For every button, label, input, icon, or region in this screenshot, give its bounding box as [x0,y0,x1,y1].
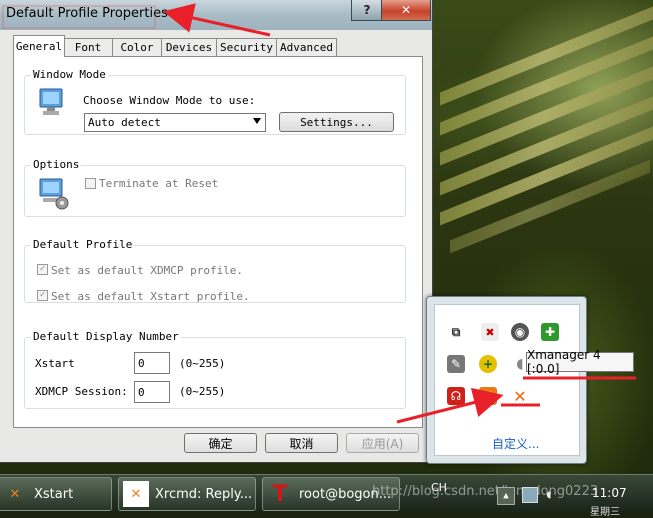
terminate-at-reset-checkbox[interactable] [85,178,96,189]
xdmcp-session-input[interactable]: 0 [134,381,170,403]
xstart-number-input[interactable]: 0 [134,352,170,374]
xstart-icon: ✕ [9,486,21,502]
windows-icon[interactable]: ⧉ [447,323,465,341]
window-mode-value: Auto detect [88,116,161,129]
title-bar[interactable]: Default Profile Properties ? ✕ [0,0,432,30]
edit-icon[interactable]: ✎ [447,355,465,373]
dialog-title: Default Profile Properties [6,6,168,21]
monitor-gear-icon [39,178,69,210]
network-error-icon[interactable]: ✖ [481,323,499,341]
orange-app-icon[interactable]: ⚡ [479,387,497,405]
xstart-range: (0~255) [179,357,226,370]
xstart-number-label: Xstart [35,357,75,370]
taskbar-item-label: Xstart [34,486,74,502]
language-indicator[interactable]: CH [431,481,447,494]
xshell-icon: T [272,481,288,507]
xstart-default-checkbox[interactable]: ✓ [37,290,48,301]
xmanager-tooltip: Xmanager 4 [:0.0] [526,348,634,376]
cancel-button[interactable]: 取消 [265,433,338,453]
window-mode-prompt: Choose Window Mode to use: [83,94,256,107]
show-hidden-icons-button[interactable]: ▲ [497,487,515,505]
profile-properties-dialog: Default Profile Properties ? ✕ General F… [0,0,432,462]
help-button[interactable]: ? [351,0,383,21]
network-tray-icon[interactable] [522,487,538,503]
red-app-icon[interactable]: ☊ [447,387,465,405]
xdmcp-session-value: 0 [138,385,145,399]
tab-advanced[interactable]: Advanced [276,38,337,56]
default-profile-label: Default Profile [31,238,135,251]
tab-font[interactable]: Font [63,38,113,56]
ok-button[interactable]: 确定 [184,433,257,453]
xrcmd-icon: ✕ [123,481,149,507]
watermark-text: http://blog.csdn.net/longdong0223 [372,484,599,499]
options-label: Options [31,158,82,171]
tray-icons-panel: ⧉ ✖ ◉ ✚ ✎ + ◖ ☊ ⚡ ✕ 自定义... [434,304,580,456]
xstart-default-label: Set as default Xstart profile. [51,290,250,303]
xdmcp-session-label: XDMCP Session: [35,385,128,398]
xmanager-tray-icon[interactable]: ✕ [511,387,529,406]
apply-button[interactable]: 应用(A) [346,433,419,453]
tab-devices[interactable]: Devices [161,38,217,56]
speaker-round-icon[interactable]: ◉ [511,323,529,341]
tab-general[interactable]: General [13,35,65,57]
close-button[interactable]: ✕ [381,0,431,21]
monitor-icon [39,88,63,115]
display-number-label: Default Display Number [31,330,181,343]
notification-area-popup: ⧉ ✖ ◉ ✚ ✎ + ◖ ☊ ⚡ ✕ 自定义... [426,296,587,464]
general-tab-panel: Window Mode Choose Window Mode to use: A… [13,56,423,428]
settings-button[interactable]: Settings... [279,112,394,132]
xdmcp-default-label: Set as default XDMCP profile. [51,264,244,277]
xstart-number-value: 0 [138,356,145,370]
clock-date[interactable]: 星期三 [590,503,620,518]
terminate-at-reset-label: Terminate at Reset [99,177,219,190]
window-mode-select[interactable]: Auto detect [84,113,266,132]
taskbar-item-label: Xrcmd: Reply... [155,486,253,502]
display-number-group: Default Display Number [24,330,406,409]
xdmcp-range: (0~255) [179,385,226,398]
taskbar-item-xstart[interactable]: ✕ Xstart [0,477,112,511]
clock-time[interactable]: 11:07 [592,486,627,500]
tab-color[interactable]: Color [112,38,162,56]
window-mode-label: Window Mode [31,68,108,81]
speaker-tray-icon[interactable]: ◖ [545,487,559,501]
dropdown-arrow-icon [253,118,261,124]
taskbar-item-xrcmd[interactable]: ✕ Xrcmd: Reply... [118,477,256,511]
plus-icon[interactable]: + [479,355,497,373]
xdmcp-default-checkbox[interactable]: ✓ [37,264,48,275]
chevron-up-icon: ▲ [503,491,509,501]
options-group: Options [24,158,406,217]
customize-link[interactable]: 自定义... [492,435,539,452]
tab-security[interactable]: Security [216,38,277,56]
close-icon: ✕ [400,3,412,17]
help-icon: ? [363,3,371,17]
security-shield-icon[interactable]: ✚ [541,323,559,341]
